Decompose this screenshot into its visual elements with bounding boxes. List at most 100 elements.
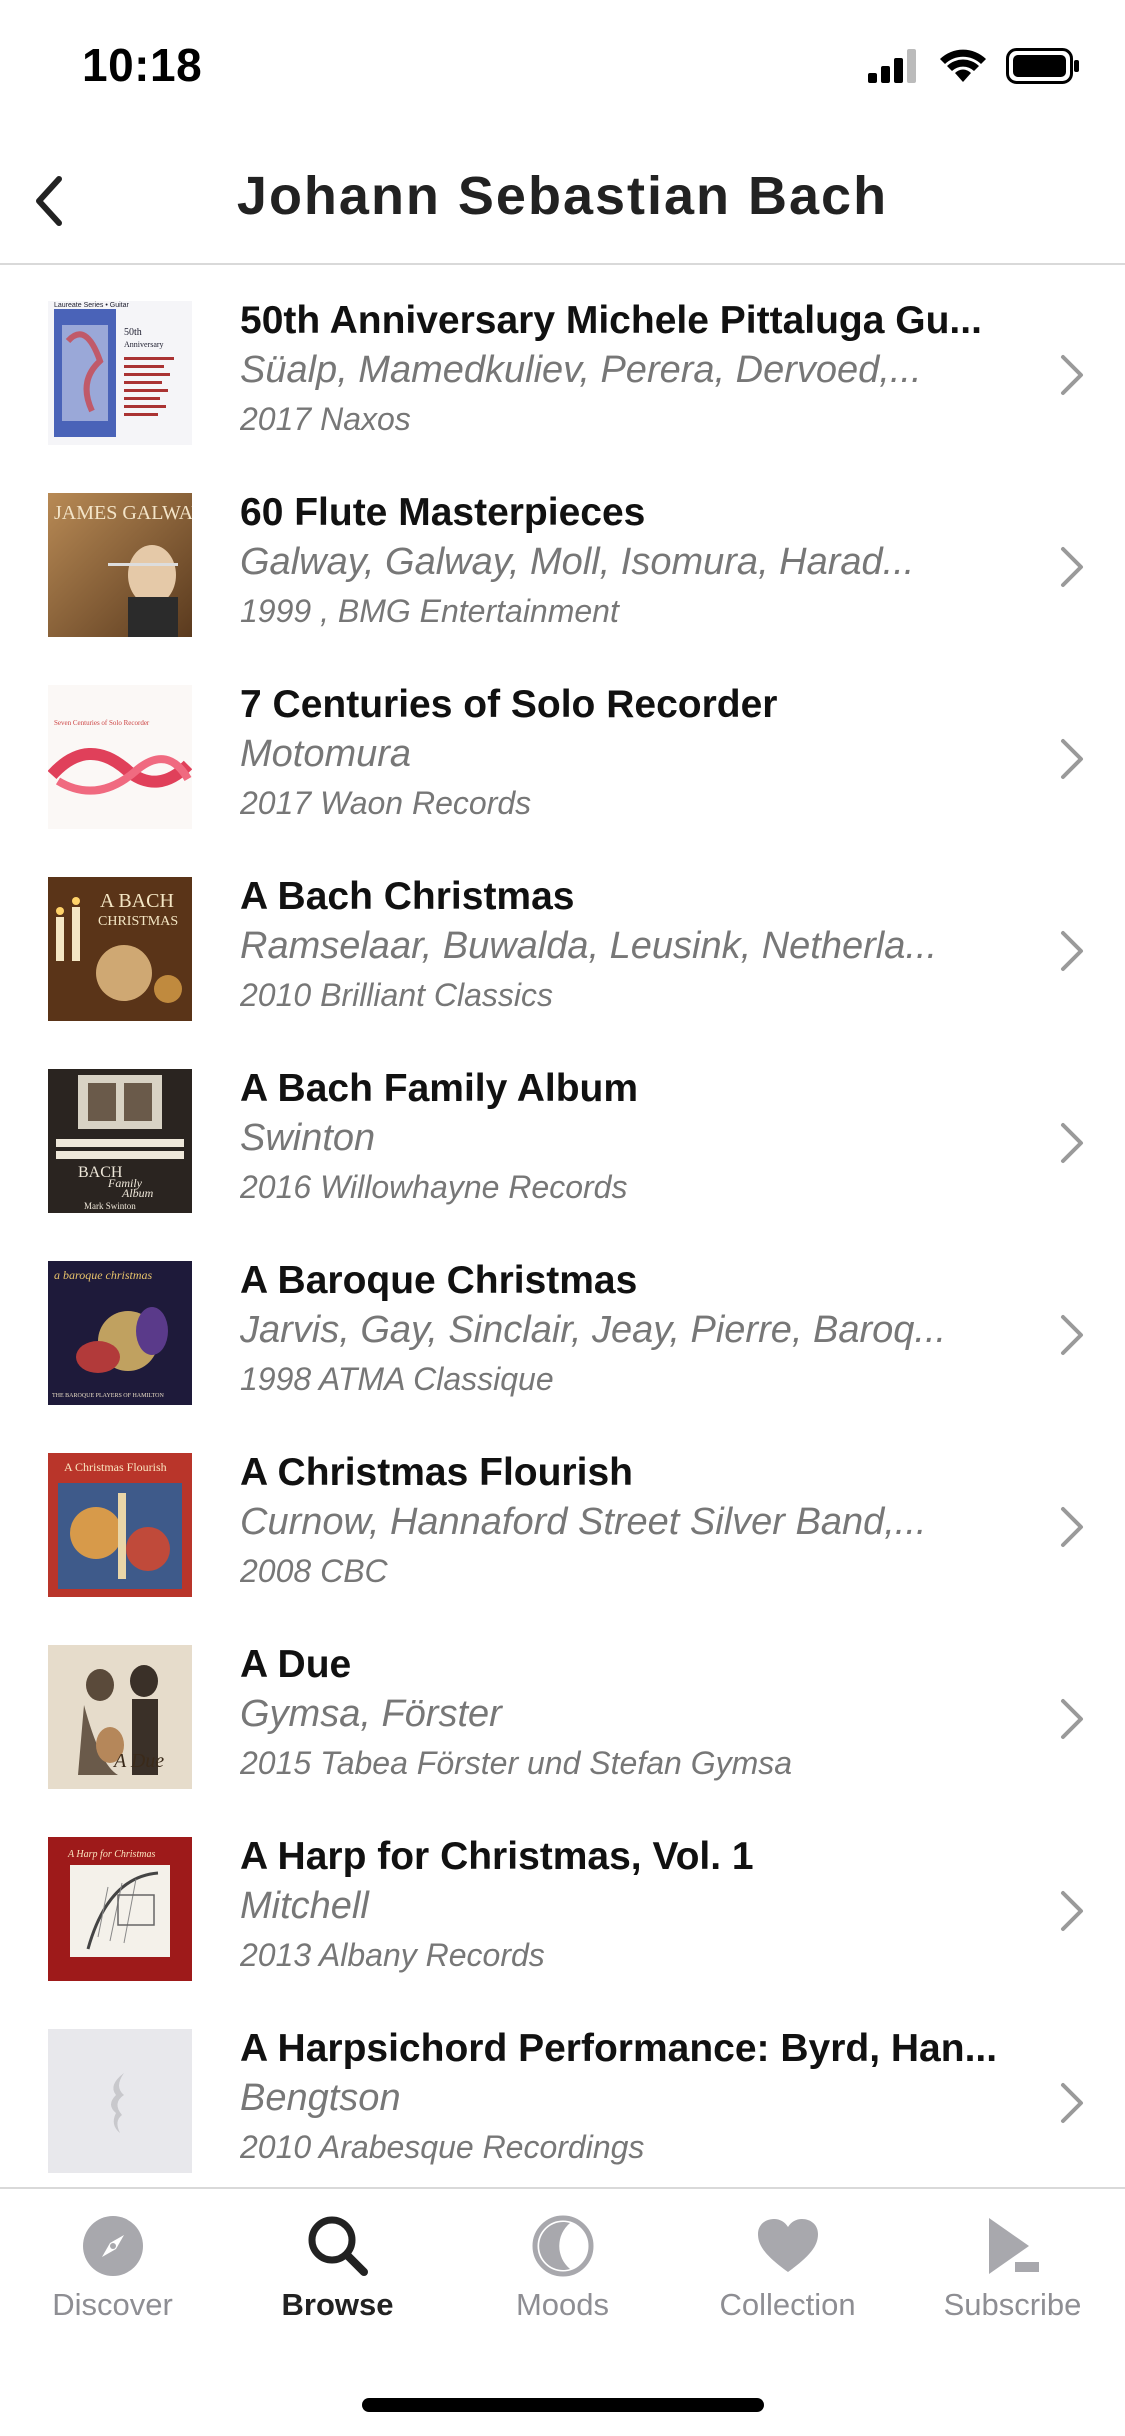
album-title: 60 Flute Masterpieces (240, 491, 646, 534)
chevron-right-icon (1061, 1699, 1083, 1739)
album-meta: 1998 ATMA Classique (240, 1361, 554, 1397)
page-title: Johann Sebastian Bach (236, 166, 889, 226)
cover-text: Seven Centuries of Solo Recorder (54, 719, 150, 727)
cover-text: A Due (112, 1750, 164, 1772)
album-info: A Christmas Flourish Curnow, Hannaford S… (240, 1449, 1000, 1595)
tab-browse[interactable]: Browse (225, 2213, 450, 2333)
battery-icon (1006, 48, 1079, 84)
cover-text: CHRISTMAS (98, 914, 178, 929)
chevron-right-icon (1061, 1315, 1083, 1355)
album-cover: JAMES GALWAY (48, 493, 192, 637)
album-info: A Baroque Christmas Jarvis, Gay, Sinclai… (240, 1257, 1000, 1403)
cover-text: JAMES GALWAY (54, 502, 192, 524)
status-icons (868, 48, 1080, 84)
moon-icon (532, 2215, 593, 2277)
cover-text: 50th (124, 327, 142, 338)
album-row[interactable]: Seven Centuries of Solo Recorder 7 Centu… (0, 649, 1125, 841)
album-meta: 1999 , BMG Entertainment (240, 593, 619, 629)
status-bar: 10:18 (0, 0, 1125, 135)
album-cover: A Harp for Christmas (48, 1837, 192, 1981)
album-meta: 2017 Naxos (240, 401, 411, 437)
album-cover: A BACH CHRISTMAS (48, 877, 192, 1021)
navigation-bar: Johann Sebastian Bach (0, 135, 1125, 265)
cellular-signal-icon (868, 49, 916, 83)
album-row[interactable]: A Harp for Christmas A Harp for Christma… (0, 1801, 1125, 1993)
album-info: A Bach Family Album Swinton 2016 Willowh… (240, 1065, 1000, 1211)
album-artists: Gymsa, Förster (240, 1693, 502, 1735)
album-row[interactable]: JAMES GALWAY 60 Flute Masterpieces Galwa… (0, 457, 1125, 649)
album-title: A Bach Family Album (240, 1067, 639, 1110)
album-title: A Bach Christmas (240, 875, 575, 918)
tab-label: Subscribe (943, 2287, 1082, 2322)
chevron-right-icon (1061, 1123, 1083, 1163)
album-row[interactable]: A Harpsichord Performance: Byrd, Han... … (0, 1993, 1125, 2185)
album-artists: Jarvis, Gay, Sinclair, Jeay, Pierre, Bar… (240, 1309, 947, 1351)
tab-label: Browse (281, 2287, 394, 2322)
album-cover: Seven Centuries of Solo Recorder (48, 685, 192, 829)
home-indicator[interactable] (362, 2398, 764, 2412)
cover-text: Album (121, 1186, 154, 1200)
album-cover: A Christmas Flourish (48, 1453, 192, 1597)
album-title: A Harp for Christmas, Vol. 1 (240, 1835, 754, 1878)
tab-discover[interactable]: Discover (0, 2213, 225, 2333)
cover-text: THE BAROQUE PLAYERS OF HAMILTON (52, 1393, 164, 1399)
cover-text: A BACH (100, 890, 174, 912)
chevron-right-icon (1061, 739, 1083, 779)
album-title: 7 Centuries of Solo Recorder (240, 683, 778, 726)
album-meta: 2010 Brilliant Classics (240, 977, 554, 1013)
album-info: 60 Flute Masterpieces Galway, Galway, Mo… (240, 489, 1000, 635)
chevron-right-icon (1061, 1891, 1083, 1931)
cover-text: Anniversary (124, 340, 164, 349)
album-info: 7 Centuries of Solo Recorder Motomura 20… (240, 681, 1000, 827)
tab-collection[interactable]: Collection (675, 2213, 900, 2333)
chevron-right-icon (1061, 1507, 1083, 1547)
album-cover: Laureate Series • Guitar 50th Anniversar… (48, 301, 192, 445)
album-title: A Christmas Flourish (240, 1451, 633, 1494)
album-row[interactable]: a baroque christmas THE BAROQUE PLAYERS … (0, 1225, 1125, 1417)
album-meta: 2016 Willowhayne Records (240, 1169, 628, 1205)
cover-text: a baroque christmas (54, 1268, 153, 1282)
chevron-right-icon (1061, 2083, 1083, 2123)
album-title: A Due (240, 1643, 352, 1686)
album-list[interactable]: Laureate Series • Guitar 50th Anniversar… (0, 265, 1125, 2185)
album-cover: BACH Family Album Mark Swinton (48, 1069, 192, 1213)
album-info: A Harp for Christmas, Vol. 1 Mitchell 20… (240, 1833, 1000, 1979)
tab-moods[interactable]: Moods (450, 2213, 675, 2333)
album-artists: Bengtson (240, 2077, 401, 2119)
album-row[interactable]: A Christmas Flourish A Christmas Flouris… (0, 1417, 1125, 1609)
album-artists: Galway, Galway, Moll, Isomura, Harad... (240, 541, 915, 583)
tab-label: Collection (719, 2287, 856, 2322)
album-info: A Due Gymsa, Förster 2015 Tabea Förster … (240, 1641, 1000, 1787)
album-meta: 2013 Albany Records (240, 1937, 545, 1973)
album-cover-placeholder (48, 2029, 192, 2173)
album-row[interactable]: BACH Family Album Mark Swinton A Bach Fa… (0, 1033, 1125, 1225)
chevron-right-icon (1061, 355, 1083, 395)
album-title: A Baroque Christmas (240, 1259, 638, 1302)
album-meta: 2017 Waon Records (240, 785, 532, 821)
album-title: A Harpsichord Performance: Byrd, Han... (240, 2027, 998, 2070)
heart-icon (757, 2219, 818, 2272)
album-title: 50th Anniversary Michele Pittaluga Gu... (240, 299, 982, 342)
cover-text: Mark Swinton (84, 1201, 136, 1211)
wifi-icon (940, 49, 986, 82)
tab-subscribe[interactable]: Subscribe (900, 2213, 1125, 2333)
tab-label: Discover (52, 2287, 173, 2322)
album-meta: 2015 Tabea Förster und Stefan Gymsa (240, 1745, 793, 1781)
album-row[interactable]: Laureate Series • Guitar 50th Anniversar… (0, 265, 1125, 457)
compass-icon (82, 2216, 143, 2276)
album-info: 50th Anniversary Michele Pittaluga Gu...… (240, 297, 1000, 443)
album-row[interactable]: A BACH CHRISTMAS A Bach Christmas Ramsel… (0, 841, 1125, 1033)
tab-label: Moods (515, 2287, 610, 2322)
album-artists: Süalp, Mamedkuliev, Perera, Dervoed,... (240, 349, 922, 391)
cover-text: A Harp for Christmas (67, 1849, 155, 1860)
album-row[interactable]: A Due A Due Gymsa, Förster 2015 Tabea Fö… (0, 1609, 1125, 1801)
album-meta: 2010 Arabesque Recordings (240, 2129, 645, 2165)
album-artists: Mitchell (240, 1885, 369, 1927)
cover-text: Laureate Series • Guitar (54, 302, 129, 309)
status-time: 10:18 (82, 39, 203, 91)
cover-text: A Christmas Flourish (64, 1460, 167, 1474)
album-info: A Bach Christmas Ramselaar, Buwalda, Leu… (240, 873, 1000, 1019)
album-artists: Swinton (240, 1117, 376, 1159)
album-artists: Ramselaar, Buwalda, Leusink, Netherla... (240, 925, 938, 967)
album-info: A Harpsichord Performance: Byrd, Han... … (240, 2025, 1000, 2171)
